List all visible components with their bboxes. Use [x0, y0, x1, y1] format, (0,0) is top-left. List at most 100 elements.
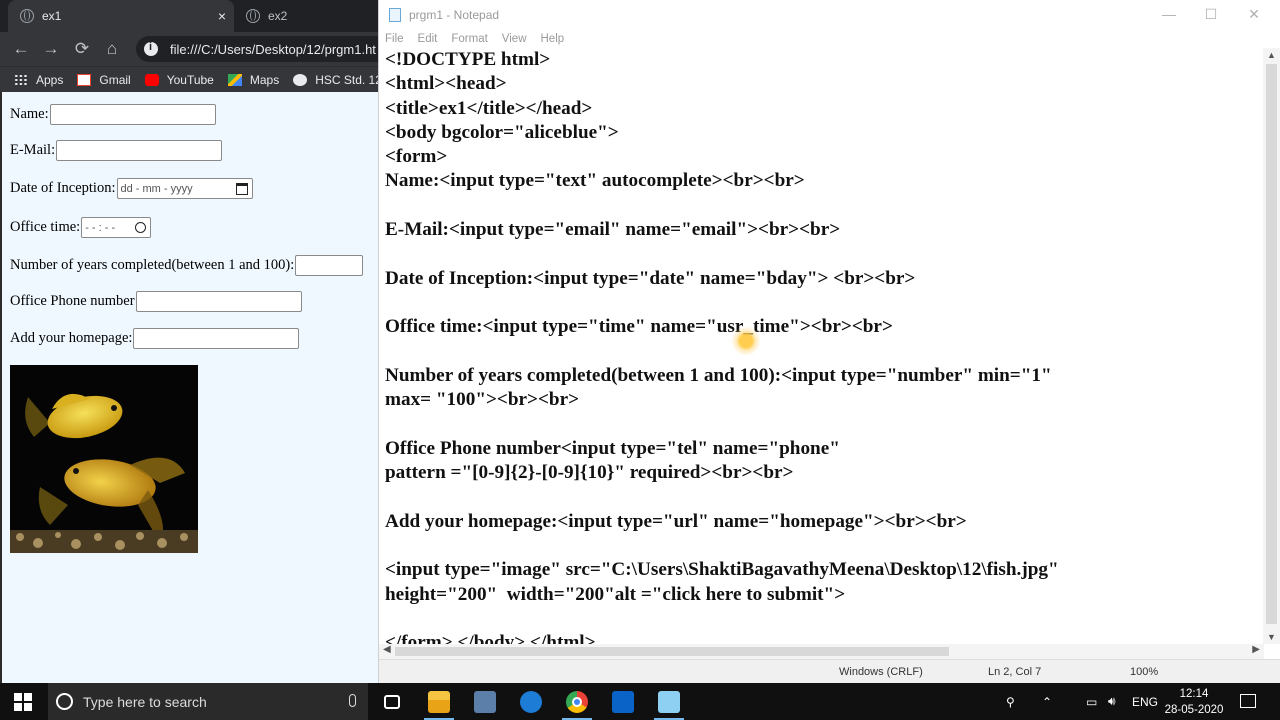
reload-button[interactable]: ⟳: [71, 39, 93, 59]
name-input[interactable]: [49, 104, 216, 125]
scroll-up-icon[interactable]: ▲: [1263, 50, 1280, 60]
name-field-row: Name:: [10, 104, 216, 125]
close-tab-icon[interactable]: ×: [218, 8, 226, 24]
bookmark-hsc[interactable]: HSC Std. 12 E: [293, 73, 378, 87]
vertical-scroll-thumb[interactable]: [1266, 64, 1277, 624]
bookmark-label: Gmail: [99, 72, 131, 87]
phone-input[interactable]: [135, 291, 302, 312]
minimize-button[interactable]: —: [1149, 6, 1189, 22]
code-line: <!DOCTYPE html>: [385, 49, 551, 70]
taskbar-search[interactable]: Type here to search: [48, 683, 368, 720]
forward-button[interactable]: →: [40, 39, 62, 59]
zoom-status: 100%: [1130, 666, 1159, 678]
site-icon: [293, 73, 308, 86]
email-input[interactable]: [56, 140, 223, 161]
app-icon[interactable]: [474, 691, 496, 713]
date-input[interactable]: dd - mm - yyyy: [116, 178, 253, 199]
mail-icon[interactable]: [612, 691, 634, 713]
maps-icon: [227, 73, 242, 86]
notepad-menubar: File Edit Format View Help: [379, 30, 1280, 48]
years-label: Number of years completed(between 1 and …: [10, 257, 295, 273]
bookmark-label: HSC Std. 12 E: [315, 72, 378, 87]
code-line: <html><head>: [385, 73, 507, 95]
maximize-button[interactable]: ☐: [1191, 6, 1231, 23]
volume-icon[interactable]: 🔊︎: [1108, 683, 1116, 720]
years-field-row: Number of years completed(between 1 and …: [10, 255, 364, 276]
email-label: E-Mail:: [10, 142, 56, 158]
file-explorer-icon[interactable]: [424, 691, 454, 720]
homepage-label: Add your homepage:: [10, 330, 133, 346]
menu-file[interactable]: File: [385, 33, 404, 45]
years-input[interactable]: [295, 255, 364, 276]
notepad-titlebar: prgm1 - Notepad — ☐ ✕: [379, 0, 1280, 30]
code-line: Number of years completed(between 1 and …: [385, 364, 1052, 386]
fish-image-submit[interactable]: [10, 365, 198, 553]
time-label: Office time:: [10, 219, 81, 235]
menu-format[interactable]: Format: [451, 33, 487, 45]
line-ending-status: Windows (CRLF): [839, 666, 923, 678]
calendar-icon[interactable]: [235, 182, 248, 195]
date-placeholder: dd - mm - yyyy: [120, 182, 193, 195]
bookmarks-bar: Apps Gmail YouTube Maps HSC Std. 12 E: [0, 66, 378, 92]
bookmark-maps[interactable]: Maps: [227, 73, 279, 87]
globe-icon: [20, 9, 34, 23]
apps-grid-icon: [14, 73, 28, 86]
task-view-icon[interactable]: [384, 695, 400, 709]
address-bar[interactable]: file:///C:/Users/Desktop/12/prgm1.ht: [136, 36, 378, 62]
code-line: <title>ex1</title></head>: [385, 97, 593, 119]
code-line: pattern ="[0-9]{2}-[0-9]{10}" required><…: [385, 462, 794, 484]
menu-edit[interactable]: Edit: [418, 33, 438, 45]
tab-ex2[interactable]: ex2: [240, 0, 378, 32]
code-line: <input type="image" src="C:\Users\Shakti…: [385, 559, 1059, 581]
menu-view[interactable]: View: [502, 33, 527, 45]
bookmark-youtube[interactable]: YouTube: [144, 72, 214, 87]
bookmark-gmail[interactable]: Gmail: [77, 72, 131, 87]
scroll-left-icon[interactable]: ◀: [383, 644, 391, 655]
editor-text-area[interactable]: <!DOCTYPE html> <html><head> <title>ex1</t…: [385, 48, 1259, 644]
code-line: </form> </body> </html>: [385, 632, 596, 644]
homepage-input[interactable]: [133, 328, 300, 349]
people-icon[interactable]: ⚲: [1006, 683, 1015, 720]
name-label: Name:: [10, 106, 49, 122]
menu-help[interactable]: Help: [541, 33, 565, 45]
web-page: Name: E-Mail: Date of Inception: dd - mm…: [0, 92, 378, 683]
notepad-taskbar-icon[interactable]: [654, 691, 684, 720]
windows-taskbar: Type here to search ⚲ ⌃ ▭ 🔊︎ ENG 12:14 2…: [0, 683, 1280, 720]
cursor-highlight: [731, 326, 761, 356]
search-placeholder: Type here to search: [83, 693, 207, 710]
home-button[interactable]: ⌂: [101, 39, 123, 59]
close-button[interactable]: ✕: [1234, 6, 1274, 23]
info-icon[interactable]: [144, 41, 158, 56]
address-text: file:///C:/Users/Desktop/12/prgm1.ht: [170, 41, 376, 57]
language-indicator[interactable]: ENG: [1132, 683, 1158, 720]
bookmark-apps[interactable]: Apps: [14, 73, 63, 87]
vertical-scrollbar[interactable]: ▲ ▼: [1263, 48, 1280, 644]
scroll-down-icon[interactable]: ▼: [1263, 632, 1280, 642]
email-field-row: E-Mail:: [10, 140, 223, 161]
time-input[interactable]: - - : - -: [81, 217, 152, 238]
scroll-right-icon[interactable]: ▶: [1252, 644, 1260, 655]
horizontal-scroll-thumb[interactable]: [395, 647, 949, 656]
chrome-icon[interactable]: [562, 691, 592, 720]
tab-ex1[interactable]: ex1 ×: [8, 0, 234, 32]
chevron-up-icon[interactable]: ⌃: [1042, 683, 1052, 720]
clock-icon[interactable]: [135, 222, 147, 233]
notepad-icon: [389, 8, 401, 22]
bookmark-label: YouTube: [166, 72, 214, 87]
battery-icon[interactable]: ▭: [1086, 683, 1097, 720]
edge-icon[interactable]: [520, 691, 542, 713]
notification-icon[interactable]: [1240, 694, 1256, 708]
code-line: Date of Inception:<input type="date" nam…: [385, 267, 916, 289]
window-title: prgm1 - Notepad: [409, 8, 500, 22]
back-button[interactable]: ←: [10, 39, 32, 59]
horizontal-scrollbar[interactable]: ◀ ▶: [379, 644, 1264, 659]
browser-window: ex1 × ex2 ← → ⟳ ⌂ file:///C:/Users/Deskt…: [0, 0, 378, 683]
start-button[interactable]: [14, 693, 32, 711]
microphone-icon[interactable]: [349, 694, 356, 707]
taskbar-clock[interactable]: 12:14 28-05-2020: [1160, 686, 1228, 718]
